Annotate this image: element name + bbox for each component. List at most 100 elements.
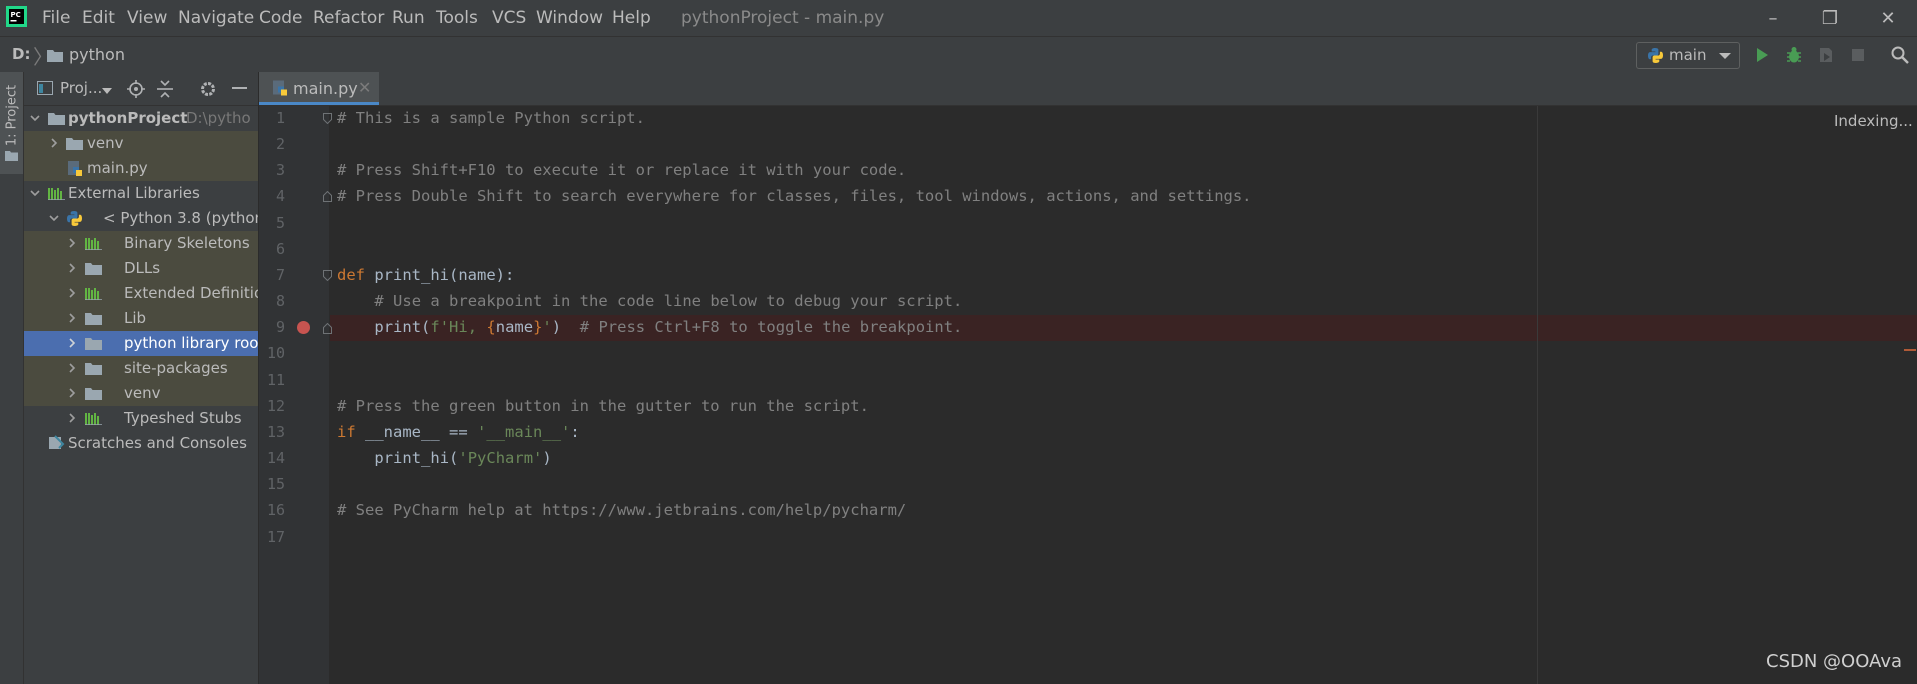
chevron-right-icon[interactable]: [66, 312, 78, 324]
run-configuration-dropdown[interactable]: main: [1636, 42, 1740, 69]
close-button[interactable]: ✕: [1868, 5, 1908, 31]
minimize-button[interactable]: –: [1753, 5, 1793, 31]
tree-label: Extended Definitio: [124, 284, 258, 302]
chevron-down-icon[interactable]: [102, 88, 112, 94]
breadcrumb-drive[interactable]: D:: [12, 45, 30, 63]
line-number: 4: [275, 187, 285, 205]
tree-label: main.py: [87, 159, 148, 177]
project-panel-title[interactable]: Proj...: [60, 79, 102, 97]
tree-item-venv[interactable]: venv: [24, 131, 258, 156]
fold-icon[interactable]: [323, 113, 332, 124]
tree-item-pythonproject[interactable]: pythonProject D:\pytho: [24, 106, 258, 131]
line-number: 5: [275, 214, 285, 232]
line-number: 8: [275, 292, 285, 310]
folder-icon: [85, 313, 102, 325]
chevron-right-icon[interactable]: [66, 412, 78, 424]
project-tool-window-button[interactable]: 1: Project: [0, 72, 23, 174]
editor-tab-main-py[interactable]: main.py ✕: [259, 72, 379, 105]
breakpoint-icon[interactable]: [297, 321, 310, 334]
chevron-right-icon[interactable]: [66, 262, 78, 274]
tree-item-dlls[interactable]: DLLs: [24, 256, 258, 281]
project-tab-label: 1: Project: [4, 84, 20, 147]
code-line: def print_hi(name):: [337, 266, 515, 284]
tree-label: Scratches and Consoles: [68, 434, 247, 452]
tree-label: pythonProject: [68, 109, 188, 127]
tree-item-lib[interactable]: Lib: [24, 306, 258, 331]
chevron-right-icon[interactable]: [66, 337, 78, 349]
tree-item-venv-lib[interactable]: venv: [24, 381, 258, 406]
pycharm-logo-icon: PC: [6, 6, 27, 27]
menu-navigate[interactable]: Navigate: [178, 8, 254, 28]
code-line: if __name__ == '__main__':: [337, 423, 580, 441]
project-panel: Proj... pythonProject D:\pytho venv main…: [24, 72, 258, 684]
tree-label: External Libraries: [68, 184, 200, 202]
chevron-down-icon[interactable]: [48, 212, 60, 224]
restore-button[interactable]: ❐: [1810, 5, 1850, 31]
chevron-right-icon[interactable]: [66, 237, 78, 249]
tree-label: python library roo: [124, 334, 258, 352]
tree-item-main-py[interactable]: main.py: [24, 156, 258, 181]
menu-refactor[interactable]: Refactor: [313, 8, 384, 28]
library-icon: [85, 288, 102, 300]
line-number: 11: [266, 371, 285, 389]
line-number: 17: [266, 528, 285, 546]
chevron-right-icon[interactable]: [66, 362, 78, 374]
right-margin-guide: [1537, 106, 1538, 684]
navigation-bar: D: 〉 python main: [0, 36, 1917, 73]
debug-icon[interactable]: [1784, 45, 1804, 65]
line-number: 12: [266, 397, 285, 415]
folder-icon: [5, 151, 18, 161]
library-icon: [85, 413, 102, 425]
chevron-right-icon[interactable]: [48, 137, 60, 149]
line-number: 15: [266, 475, 285, 493]
menu-help[interactable]: Help: [612, 8, 651, 28]
breadcrumb-python[interactable]: python: [69, 45, 125, 64]
folder-icon: [85, 263, 102, 275]
search-icon[interactable]: [1890, 45, 1910, 65]
window-title: pythonProject - main.py: [681, 8, 885, 28]
tree-item-scratches-and-consoles[interactable]: Scratches and Consoles: [24, 431, 258, 456]
tool-window-stripe: 1: Project: [0, 72, 24, 684]
library-icon: [85, 238, 102, 250]
menu-window[interactable]: Window: [536, 8, 603, 28]
menu-view[interactable]: View: [127, 8, 167, 28]
close-icon[interactable]: ✕: [358, 78, 371, 97]
menu-tools[interactable]: Tools: [436, 8, 478, 28]
tree-label: Typeshed Stubs: [124, 409, 242, 427]
tree-label: site-packages: [124, 359, 228, 377]
coverage-icon[interactable]: [1816, 45, 1836, 65]
editor-tab-bar: main.py ✕: [259, 72, 1917, 106]
tree-item-python-library-root[interactable]: python library roo: [24, 331, 258, 356]
fold-icon[interactable]: [323, 191, 332, 202]
tree-item-extended-definitions[interactable]: Extended Definitio: [24, 281, 258, 306]
chevron-right-icon[interactable]: [66, 387, 78, 399]
tree-item-binary-skeletons[interactable]: Binary Skeletons: [24, 231, 258, 256]
collapse-all-icon[interactable]: [157, 80, 173, 98]
menu-edit[interactable]: Edit: [82, 8, 115, 28]
code-line: # Press Double Shift to search everywher…: [337, 187, 1252, 205]
error-stripe-marker[interactable]: [1904, 349, 1916, 351]
chevron-down-icon[interactable]: [29, 112, 41, 124]
stop-icon[interactable]: [1848, 45, 1868, 65]
menu-file[interactable]: File: [42, 8, 70, 28]
tab-label: main.py: [293, 79, 358, 98]
chevron-right-icon[interactable]: [66, 287, 78, 299]
library-icon: [48, 188, 65, 200]
fold-icon[interactable]: [323, 323, 332, 334]
tree-item-python-sdk[interactable]: < Python 3.8 (pythonI: [24, 206, 258, 231]
menu-code[interactable]: Code: [259, 8, 303, 28]
chevron-down-icon: [1719, 53, 1731, 59]
menu-vcs[interactable]: VCS: [492, 8, 526, 28]
python-file-icon: [273, 80, 287, 96]
tree-item-site-packages[interactable]: site-packages: [24, 356, 258, 381]
hide-panel-icon[interactable]: [232, 87, 247, 90]
python-icon: [67, 211, 82, 226]
tree-item-external-libraries[interactable]: External Libraries: [24, 181, 258, 206]
tree-item-typeshed-stubs[interactable]: Typeshed Stubs: [24, 406, 258, 431]
fold-icon[interactable]: [323, 270, 332, 281]
locate-icon[interactable]: [127, 80, 145, 98]
run-icon[interactable]: [1752, 45, 1772, 65]
chevron-down-icon[interactable]: [29, 187, 41, 199]
gear-icon[interactable]: [199, 80, 217, 98]
menu-run[interactable]: Run: [392, 8, 425, 28]
